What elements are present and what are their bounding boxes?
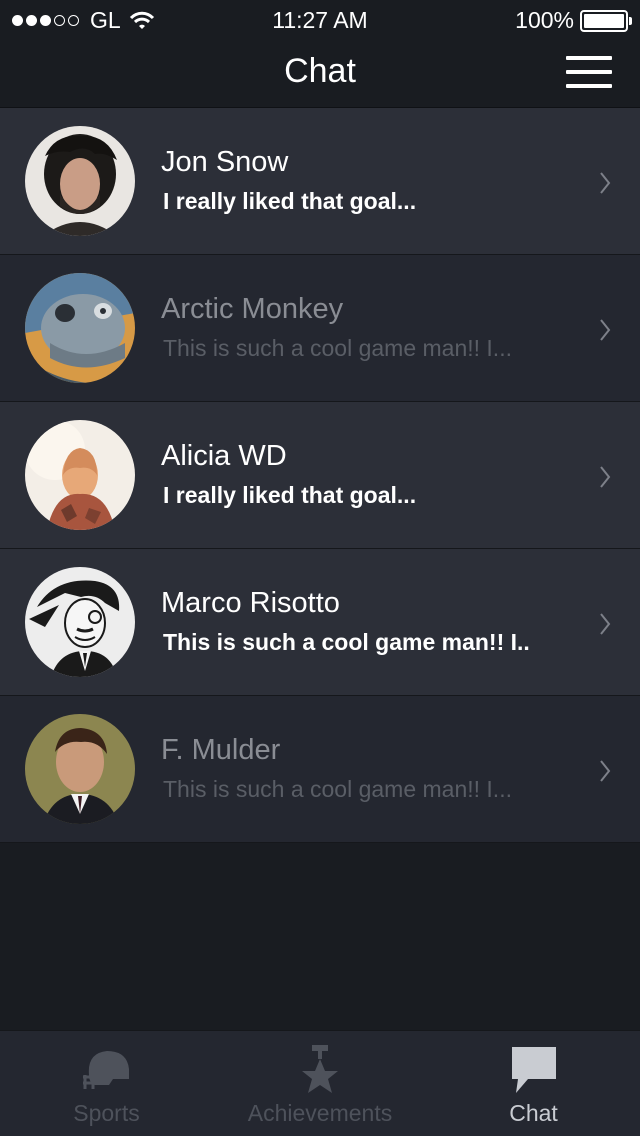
arctic-monkey-avatar bbox=[25, 273, 135, 383]
chat-row-alicia-wd[interactable]: Alicia WD I really liked that goal... bbox=[0, 402, 640, 549]
chat-message-preview: This is such a cool game man!! I... bbox=[163, 776, 512, 802]
chevron-right-icon bbox=[600, 760, 611, 782]
nav-bar: Chat bbox=[0, 40, 640, 108]
battery-percent: 100% bbox=[515, 7, 574, 33]
chat-name: F. Mulder bbox=[161, 734, 281, 766]
status-right: 100% bbox=[515, 7, 632, 34]
chat-message-preview: This is such a cool game man!! I... bbox=[163, 335, 512, 361]
chat-name: Arctic Monkey bbox=[161, 293, 344, 325]
tab-bar: Sports Achievements Chat bbox=[0, 1030, 640, 1136]
tab-achievements[interactable]: Achievements bbox=[213, 1031, 427, 1136]
chat-list: Jon Snow I really liked that goal... Arc… bbox=[0, 108, 640, 843]
chat-message-preview: This is such a cool game man!! I.. bbox=[163, 629, 530, 655]
page-title: Chat bbox=[284, 52, 356, 90]
football-helmet-icon bbox=[82, 1051, 129, 1089]
chat-bubble-icon bbox=[511, 1047, 556, 1093]
chat-message-preview: I really liked that goal... bbox=[163, 188, 417, 214]
chat-name: Jon Snow bbox=[161, 146, 289, 178]
chevron-right-icon bbox=[600, 466, 611, 488]
chat-row-jon-snow[interactable]: Jon Snow I really liked that goal... bbox=[0, 108, 640, 255]
star-trophy-icon bbox=[302, 1045, 338, 1093]
hamburger-menu-icon[interactable] bbox=[566, 54, 612, 90]
chat-row-arctic-monkey[interactable]: Arctic Monkey This is such a cool game m… bbox=[0, 255, 640, 402]
tab-sports[interactable]: Sports bbox=[0, 1031, 213, 1136]
f-mulder-avatar bbox=[25, 714, 135, 824]
jon-snow-avatar bbox=[25, 126, 135, 236]
chat-name: Marco Risotto bbox=[161, 587, 340, 619]
chat-row-f-mulder[interactable]: F. Mulder This is such a cool game man!!… bbox=[0, 696, 640, 843]
marco-risotto-avatar bbox=[25, 567, 135, 677]
tab-label: Sports bbox=[73, 1100, 140, 1126]
chat-message-preview: I really liked that goal... bbox=[163, 482, 417, 508]
tab-chat[interactable]: Chat bbox=[427, 1031, 640, 1136]
battery-icon bbox=[580, 9, 632, 32]
chevron-right-icon bbox=[600, 319, 611, 341]
status-bar: GL 11:27 AM 100% bbox=[0, 0, 640, 40]
chevron-right-icon bbox=[600, 613, 611, 635]
tab-label: Achievements bbox=[247, 1100, 393, 1126]
tab-label: Chat bbox=[509, 1100, 558, 1126]
chat-row-marco-risotto[interactable]: Marco Risotto This is such a cool game m… bbox=[0, 549, 640, 696]
chevron-right-icon bbox=[600, 172, 611, 194]
chat-name: Alicia WD bbox=[161, 440, 287, 472]
alicia-wd-avatar bbox=[25, 420, 135, 530]
